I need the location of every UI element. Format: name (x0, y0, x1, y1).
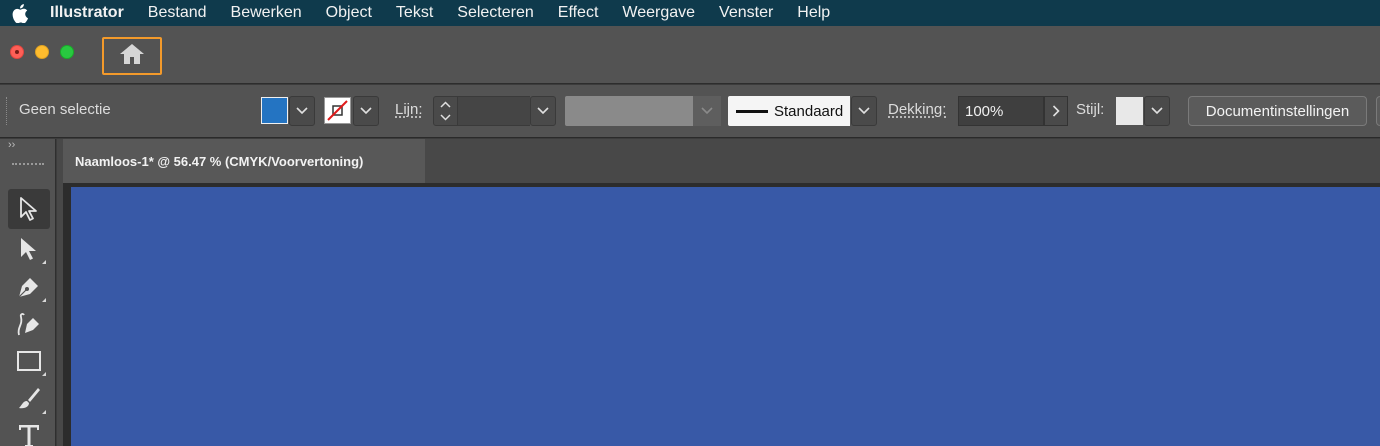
direct-selection-arrow-icon (21, 238, 36, 260)
menu-selecteren[interactable]: Selecteren (457, 4, 534, 22)
selection-arrow-icon (20, 197, 37, 221)
fill-dropdown[interactable] (289, 96, 315, 126)
paintbrush-icon (19, 388, 40, 409)
opacity-popup-button[interactable] (1044, 96, 1068, 126)
menu-object[interactable]: Object (326, 4, 372, 22)
brush-definition[interactable]: Standaard (728, 96, 850, 126)
chevron-down-icon (440, 114, 451, 121)
artboard[interactable] (71, 187, 1380, 446)
menu-bewerken[interactable]: Bewerken (231, 4, 302, 22)
brush-name: Standaard (774, 102, 844, 120)
control-bar-grip[interactable] (6, 97, 8, 125)
tool-group-indicator (42, 410, 46, 414)
chevron-right-icon (1052, 105, 1060, 117)
chevron-down-icon (537, 107, 549, 115)
control-bar: Geen selectie Lijn: Standaard Dekking: 1… (0, 85, 1380, 138)
variable-width-dropdown[interactable] (693, 96, 721, 126)
window-title-bar (0, 26, 1380, 84)
document-tab[interactable]: Naamloos-1* @ 56.47 % (CMYK/Voorvertonin… (63, 139, 425, 183)
menu-venster[interactable]: Venster (719, 4, 773, 22)
no-color-icon (327, 100, 348, 121)
type-tool[interactable] (8, 415, 50, 446)
rectangle-tool[interactable] (8, 341, 50, 381)
stroke-color-dropdown[interactable] (353, 96, 379, 126)
selection-tool[interactable] (8, 189, 50, 229)
direct-selection-tool[interactable] (8, 229, 50, 269)
home-button[interactable] (102, 37, 162, 75)
selection-status: Geen selectie (19, 101, 111, 118)
maximize-window-button[interactable] (60, 45, 74, 59)
chevron-down-icon (296, 107, 308, 115)
stroke-label[interactable]: Lijn: (395, 101, 423, 118)
opacity-label[interactable]: Dekking: (888, 101, 946, 118)
apple-icon[interactable] (12, 3, 30, 23)
opacity-input[interactable]: 100% (958, 96, 1044, 126)
chevron-down-icon (701, 107, 713, 115)
stroke-color-swatch[interactable] (324, 97, 351, 124)
curvature-pen-icon (17, 313, 39, 336)
menu-bestand[interactable]: Bestand (148, 4, 207, 22)
style-label: Stijl: (1076, 101, 1105, 118)
curvature-tool[interactable] (8, 304, 50, 344)
tools-panel-grip[interactable] (12, 163, 44, 167)
fill-color-swatch[interactable] (261, 97, 288, 124)
paintbrush-tool[interactable] (8, 379, 50, 419)
tool-group-indicator (42, 298, 46, 302)
document-area: Naamloos-1* @ 56.47 % (CMYK/Voorvertonin… (57, 139, 1380, 446)
menu-weergave[interactable]: Weergave (622, 4, 695, 22)
tool-group-indicator (42, 372, 46, 376)
tool-group-indicator (42, 260, 46, 264)
pen-tool[interactable] (8, 267, 50, 307)
graphic-style-swatch[interactable] (1116, 97, 1143, 125)
chevron-down-icon (1151, 107, 1163, 115)
brush-stroke-preview (736, 109, 768, 113)
menu-effect[interactable]: Effect (558, 4, 599, 22)
close-window-button[interactable] (10, 45, 24, 59)
type-icon (19, 425, 39, 446)
document-settings-button[interactable]: Documentinstellingen (1188, 96, 1367, 126)
minimize-window-button[interactable] (35, 45, 49, 59)
collapse-panel-icon[interactable]: ›› (8, 139, 15, 151)
menu-tekst[interactable]: Tekst (396, 4, 433, 22)
canvas[interactable] (63, 183, 1380, 446)
stroke-weight-stepper[interactable] (433, 96, 458, 126)
stroke-weight-input[interactable] (458, 96, 530, 126)
pen-icon (18, 278, 38, 298)
home-icon (118, 42, 146, 71)
variable-width-profile[interactable] (565, 96, 693, 126)
menu-app-name[interactable]: Illustrator (50, 4, 124, 22)
tools-panel: ›› (0, 139, 56, 446)
rectangle-icon (17, 351, 41, 371)
menu-help[interactable]: Help (797, 4, 830, 22)
document-tab-title: Naamloos-1* @ 56.47 % (CMYK/Voorvertonin… (75, 153, 364, 169)
stroke-weight-dropdown[interactable] (530, 96, 556, 126)
overflow-button[interactable] (1376, 96, 1380, 126)
graphic-style-dropdown[interactable] (1144, 96, 1170, 126)
chevron-up-icon (440, 101, 451, 108)
chevron-down-icon (360, 107, 372, 115)
chevron-down-icon (858, 107, 870, 115)
menu-bar: Illustrator Bestand Bewerken Object Teks… (0, 0, 1380, 26)
brush-dropdown[interactable] (851, 96, 877, 126)
